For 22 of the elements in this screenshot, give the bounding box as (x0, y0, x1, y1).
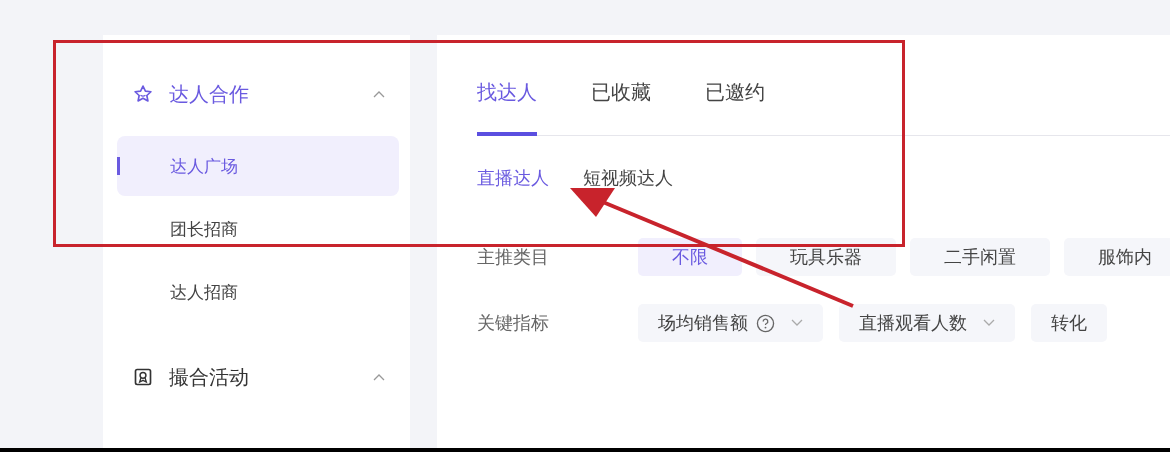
dropdown-chip[interactable]: 场均销售额 (638, 304, 823, 342)
tab[interactable]: 直播达人 (477, 166, 549, 190)
star-icon (133, 84, 153, 104)
filter-chip[interactable]: 二手闲置 (910, 238, 1050, 276)
menu-group-header[interactable]: 撮合活动 (117, 362, 399, 392)
tab[interactable]: 短视频达人 (583, 166, 673, 190)
help-icon (756, 313, 775, 333)
menu-item[interactable]: 达人招商 (117, 262, 399, 322)
menu-item[interactable]: 达人广场 (117, 136, 399, 196)
filter-label: 关键指标 (477, 311, 550, 335)
filter-label: 主推类目 (477, 245, 550, 269)
dropdown-chip[interactable]: 直播观看人数 (839, 304, 1015, 342)
menu-group-header[interactable]: 达人合作 (117, 79, 399, 109)
chevron-down-icon (791, 319, 803, 327)
chevron-down-icon (983, 319, 995, 327)
ribbon-icon (133, 367, 153, 387)
tab[interactable]: 已邀约 (705, 79, 765, 136)
tab[interactable]: 找达人 (477, 79, 537, 136)
tab[interactable]: 已收藏 (591, 79, 651, 136)
filter-chip[interactable]: 服饰内 (1064, 238, 1170, 276)
dropdown-chip[interactable]: 转化 (1031, 304, 1107, 342)
menu-item[interactable]: 团长招商 (117, 199, 399, 259)
